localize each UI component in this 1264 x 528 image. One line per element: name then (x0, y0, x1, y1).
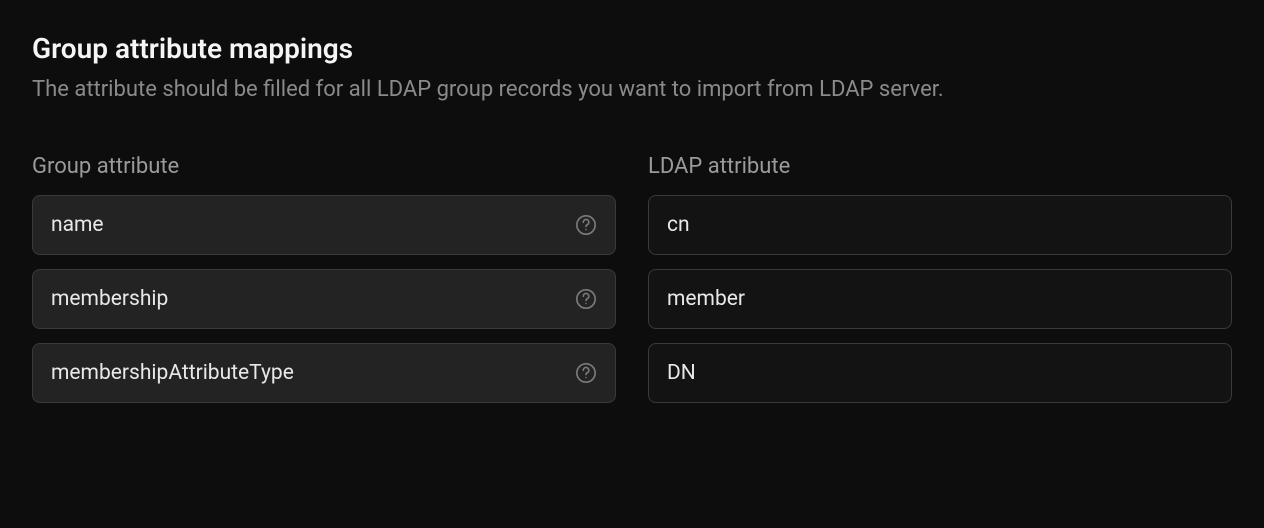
section-description: The attribute should be filled for all L… (32, 73, 1132, 106)
mappings-grid: Group attribute name membership (32, 154, 1232, 403)
ldap-attribute-input[interactable] (667, 287, 1213, 311)
group-attribute-header: Group attribute (32, 154, 616, 179)
ldap-attribute-field[interactable] (648, 195, 1232, 255)
group-attribute-field: membershipAttributeType (32, 343, 616, 403)
ldap-attribute-header: LDAP attribute (648, 154, 1232, 179)
group-attribute-field: name (32, 195, 616, 255)
help-icon[interactable] (575, 214, 597, 236)
group-attribute-field: membership (32, 269, 616, 329)
ldap-attribute-field[interactable] (648, 269, 1232, 329)
help-icon[interactable] (575, 362, 597, 384)
group-attribute-label: name (51, 213, 104, 237)
group-attribute-label: membership (51, 287, 168, 311)
section-title: Group attribute mappings (32, 32, 1232, 65)
ldap-attribute-input[interactable] (667, 213, 1213, 237)
group-attribute-column: Group attribute name membership (32, 154, 616, 403)
ldap-attribute-field[interactable] (648, 343, 1232, 403)
help-icon[interactable] (575, 288, 597, 310)
ldap-attribute-input[interactable] (667, 361, 1213, 385)
group-attribute-label: membershipAttributeType (51, 361, 294, 385)
ldap-attribute-column: LDAP attribute (648, 154, 1232, 403)
